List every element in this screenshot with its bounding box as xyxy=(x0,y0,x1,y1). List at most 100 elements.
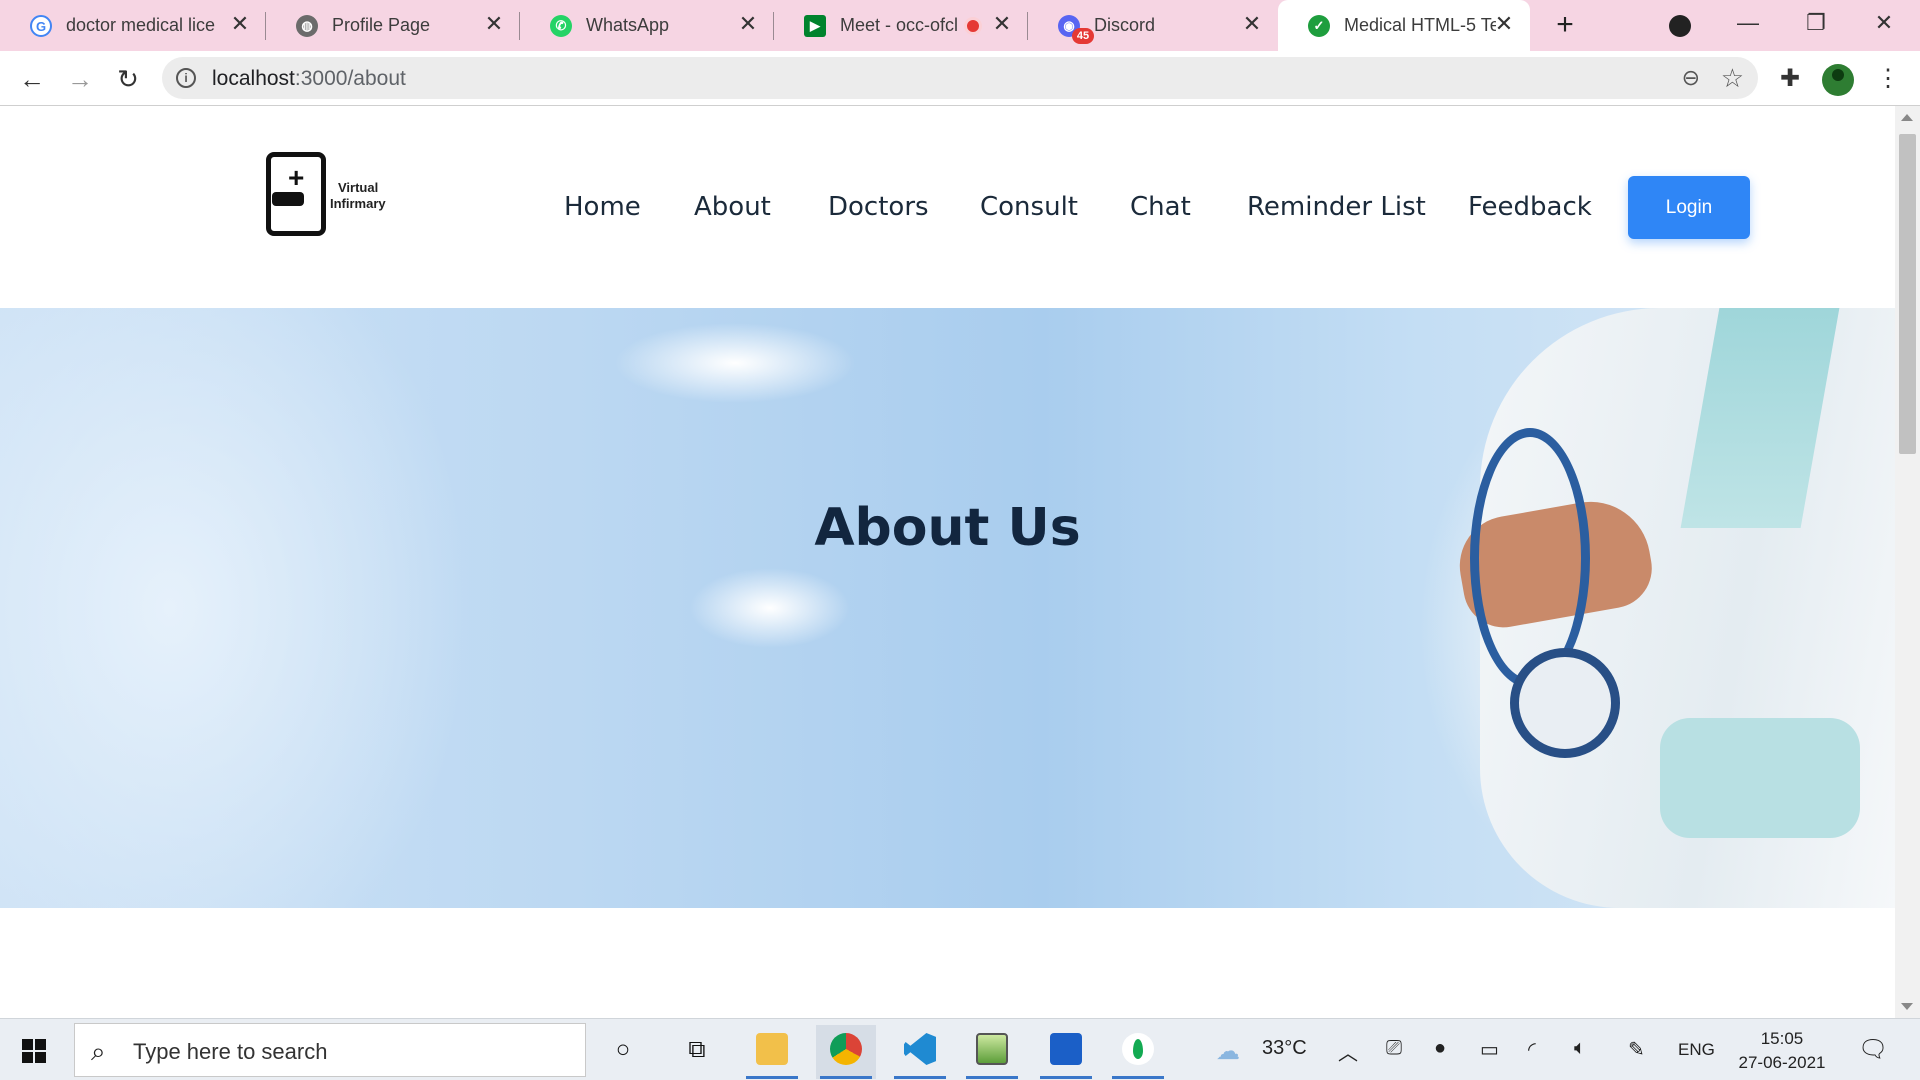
profile-avatar[interactable] xyxy=(1822,64,1854,96)
scroll-down-arrow[interactable] xyxy=(1901,1003,1913,1010)
meet-icon: ▶ xyxy=(804,15,826,37)
browser-toolbar: ← → ↻ i localhost:3000/about ⊖ ☆ ✚ ⋮ xyxy=(0,51,1920,106)
browser-tab[interactable]: ◉ 45 Discord ✕ xyxy=(1028,0,1278,51)
volume-icon[interactable]: 🔈︎ xyxy=(1574,1037,1586,1060)
folder-icon xyxy=(756,1033,788,1065)
vscode-icon xyxy=(904,1033,936,1065)
browser-tab[interactable]: ◍ Profile Page ✕ xyxy=(266,0,520,51)
clock-date: 27-06-2021 xyxy=(1738,1053,1826,1072)
weather-icon[interactable]: ☁ xyxy=(1216,1037,1240,1066)
page-scrollbar[interactable] xyxy=(1895,106,1920,1018)
search-placeholder: Type here to search xyxy=(133,1039,328,1064)
nav-link-consult[interactable]: Consult xyxy=(980,192,1078,222)
globe-icon: ◍ xyxy=(296,15,318,37)
site-info-icon[interactable]: i xyxy=(176,68,196,88)
taskbar-vscode[interactable] xyxy=(890,1025,950,1079)
back-button[interactable]: ← xyxy=(16,63,48,95)
task-view-icon[interactable]: ⧉ xyxy=(678,1031,716,1069)
nav-link-feedback[interactable]: Feedback xyxy=(1468,192,1592,222)
pen-icon[interactable]: ✎ xyxy=(1628,1037,1645,1062)
plus-icon: + xyxy=(288,162,305,193)
more-menu-icon[interactable]: ⋮ xyxy=(1872,63,1904,95)
taskbar-search-box[interactable]: ⌕ Type here to search xyxy=(74,1023,586,1077)
whiteboard-icon xyxy=(1050,1033,1082,1065)
browser-tab[interactable]: G doctor medical licen ✕ xyxy=(0,0,266,51)
scroll-up-arrow[interactable] xyxy=(1901,114,1913,121)
tab-search-button[interactable] xyxy=(1662,8,1698,44)
close-icon[interactable]: ✕ xyxy=(1492,12,1516,36)
logo-text-line1: Virtual xyxy=(338,180,379,195)
system-clock[interactable]: 15:05 27-06-2021 xyxy=(1732,1027,1832,1075)
page-viewport: + Virtual Infirmary Home About Doctors C… xyxy=(0,106,1895,1018)
address-bar[interactable]: i localhost:3000/about ⊖ ☆ xyxy=(162,57,1758,99)
minimize-button[interactable]: — xyxy=(1728,8,1768,38)
site-logo[interactable]: + Virtual Infirmary xyxy=(266,152,396,238)
nav-link-reminder-list[interactable]: Reminder List xyxy=(1247,192,1426,222)
close-icon[interactable]: ✕ xyxy=(228,12,252,36)
search-icon: ⌕ xyxy=(91,1036,106,1066)
taskbar-whiteboard[interactable] xyxy=(1036,1025,1096,1079)
bookmark-star-icon[interactable]: ☆ xyxy=(1721,63,1744,94)
language-indicator[interactable]: ENG xyxy=(1678,1040,1715,1060)
check-circle-icon: ✓ xyxy=(1308,15,1330,37)
taskbar-file-explorer[interactable] xyxy=(742,1025,802,1079)
cortana-icon[interactable]: ○ xyxy=(604,1031,642,1069)
doctor-image xyxy=(1420,308,1895,908)
url-text[interactable]: localhost:3000/about xyxy=(212,67,406,91)
page-title: About Us xyxy=(814,498,1081,558)
nav-link-chat[interactable]: Chat xyxy=(1130,192,1191,222)
clock-time: 15:05 xyxy=(1760,1029,1804,1048)
close-window-button[interactable]: ✕ xyxy=(1864,8,1904,38)
browser-tab-active[interactable]: ✓ Medical HTML-5 Te ✕ xyxy=(1278,0,1530,51)
nav-link-doctors[interactable]: Doctors xyxy=(828,192,929,222)
hand-icon xyxy=(272,192,304,206)
hero-banner: About Us xyxy=(0,308,1895,908)
tab-title: Profile Page xyxy=(332,15,431,35)
whatsapp-icon: ✆ xyxy=(550,15,572,37)
new-tab-button[interactable]: + xyxy=(1548,8,1582,42)
browser-tab-strip: G doctor medical licen ✕ ◍ Profile Page … xyxy=(0,0,1920,51)
weather-temperature[interactable]: 33°C xyxy=(1262,1037,1307,1060)
battery-icon[interactable]: ▭ xyxy=(1480,1037,1499,1062)
browser-tab[interactable]: ▶ Meet - occ-ofcl ✕ xyxy=(774,0,1028,51)
windows-start-icon[interactable] xyxy=(22,1039,46,1063)
nav-link-home[interactable]: Home xyxy=(564,192,641,222)
wifi-icon[interactable]: ◜ xyxy=(1528,1037,1536,1062)
browser-tab[interactable]: ✆ WhatsApp ✕ xyxy=(520,0,774,51)
logo-text-line2: Infirmary xyxy=(330,196,386,211)
microphone-icon[interactable]: ● xyxy=(1434,1037,1446,1060)
close-icon[interactable]: ✕ xyxy=(482,12,506,36)
login-button[interactable]: Login xyxy=(1628,176,1750,239)
forward-button[interactable]: → xyxy=(64,63,96,95)
notification-badge: 45 xyxy=(1072,28,1094,44)
taskbar-image-app[interactable] xyxy=(962,1025,1022,1079)
tab-title: Medical HTML-5 Te xyxy=(1344,15,1496,35)
image-editor-icon xyxy=(976,1033,1008,1065)
taskbar-mongodb[interactable] xyxy=(1108,1025,1168,1079)
extensions-puzzle-icon[interactable]: ✚ xyxy=(1774,63,1806,95)
google-icon: G xyxy=(30,15,52,37)
close-icon[interactable]: ✕ xyxy=(990,12,1014,36)
url-path: :3000/about xyxy=(294,67,406,90)
scrollbar-thumb[interactable] xyxy=(1899,134,1916,454)
tab-title: Meet - occ-ofcl xyxy=(840,15,959,35)
notifications-icon[interactable]: 🗨︎ xyxy=(1858,1035,1888,1064)
recording-icon xyxy=(964,17,982,35)
tab-title: Discord xyxy=(1094,15,1156,35)
tab-title: WhatsApp xyxy=(586,15,670,35)
meet-now-icon[interactable]: ⎚ xyxy=(1386,1037,1402,1060)
windows-taskbar: ⌕ Type here to search ○ ⧉ ☁ 33°C ︿ ⎚ ● ▭… xyxy=(0,1018,1920,1080)
close-icon[interactable]: ✕ xyxy=(736,12,760,36)
chrome-icon xyxy=(830,1033,862,1065)
close-icon[interactable]: ✕ xyxy=(1240,12,1264,36)
reload-button[interactable]: ↻ xyxy=(112,63,144,95)
restore-button[interactable]: ❐ xyxy=(1796,8,1836,38)
zoom-icon[interactable]: ⊖ xyxy=(1682,65,1700,91)
taskbar-chrome[interactable] xyxy=(816,1025,876,1079)
show-hidden-icons-chevron[interactable]: ︿ xyxy=(1338,1037,1358,1066)
url-host: localhost xyxy=(212,67,295,90)
chevron-down-icon xyxy=(1669,15,1691,37)
tab-title: doctor medical licen xyxy=(66,15,216,35)
nav-link-about[interactable]: About xyxy=(694,192,771,222)
mongodb-leaf-icon xyxy=(1122,1033,1154,1065)
